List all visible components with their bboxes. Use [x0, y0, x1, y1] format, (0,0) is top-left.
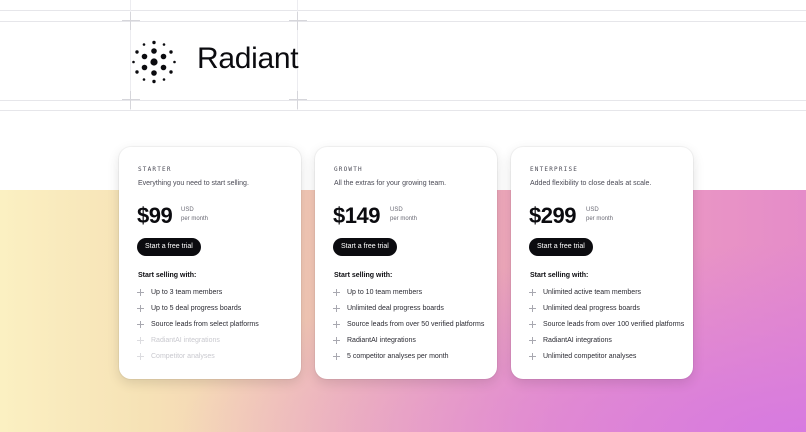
plus-icon: [529, 337, 536, 344]
features-heading: Start selling with:: [138, 272, 197, 279]
plan-price: $149: [333, 203, 380, 228]
feature-text: Source leads from over 100 verified plat…: [543, 321, 685, 328]
feature-item: 5 competitor analyses per month: [333, 352, 484, 368]
features-heading: Start selling with:: [530, 272, 589, 279]
price-currency: USD: [181, 207, 194, 213]
feature-list: Unlimited active team members Unlimited …: [529, 288, 684, 368]
plus-icon: [529, 321, 536, 328]
feature-text: Unlimited deal progress boards: [543, 305, 640, 312]
plus-icon: [333, 353, 340, 360]
plan-tier: GROWTH: [334, 166, 363, 173]
feature-text: Source leads from over 50 verified platf…: [347, 321, 485, 328]
corner-plus-icon: [122, 91, 140, 109]
price-currency: USD: [390, 207, 403, 213]
header-top-line: [0, 10, 806, 11]
start-free-trial-button[interactable]: Start a free trial: [333, 238, 397, 256]
header-line-4: [0, 110, 806, 111]
feature-item-unavailable: Competitor analyses: [137, 352, 259, 368]
feature-text: RadiantAI integrations: [151, 337, 220, 344]
feature-item: RadiantAI integrations: [529, 336, 684, 352]
plus-icon: [137, 305, 144, 312]
price-period: per month: [390, 216, 418, 222]
price-unit: USD per month: [586, 206, 613, 224]
price-period: per month: [181, 216, 209, 222]
feature-item: Source leads from select platforms: [137, 320, 259, 336]
price-period: per month: [586, 216, 614, 222]
plus-icon: [529, 353, 536, 360]
feature-item: RadiantAI integrations: [333, 336, 484, 352]
feature-item: Unlimited competitor analyses: [529, 352, 684, 368]
feature-text: Up to 5 deal progress boards: [151, 305, 242, 312]
plus-icon: [137, 321, 144, 328]
corner-plus-icon: [289, 12, 307, 30]
plan-tier: ENTERPRISE: [530, 166, 579, 173]
header-line-2: [0, 21, 806, 22]
start-free-trial-button[interactable]: Start a free trial: [137, 238, 201, 256]
plus-icon: [529, 289, 536, 296]
features-heading: Start selling with:: [334, 272, 393, 279]
price-unit: USD per month: [181, 206, 208, 224]
feature-item: Up to 10 team members: [333, 288, 484, 304]
feature-text: RadiantAI integrations: [543, 337, 612, 344]
corner-plus-icon: [289, 91, 307, 109]
plus-icon: [137, 337, 144, 344]
plan-description: All the extras for your growing team.: [334, 180, 447, 187]
feature-text: Unlimited competitor analyses: [543, 353, 637, 360]
feature-item: Up to 3 team members: [137, 288, 259, 304]
plus-icon: [333, 321, 340, 328]
plus-icon: [137, 353, 144, 360]
price-unit: USD per month: [390, 206, 417, 224]
plus-icon: [529, 305, 536, 312]
feature-text: Unlimited active team members: [543, 289, 642, 296]
feature-text: RadiantAI integrations: [347, 337, 416, 344]
pricing-card-growth: GROWTH All the extras for your growing t…: [315, 147, 497, 379]
plus-icon: [333, 305, 340, 312]
plan-description: Added flexibility to close deals at scal…: [530, 180, 652, 187]
plan-description: Everything you need to start selling.: [138, 180, 249, 187]
feature-text: Up to 10 team members: [347, 289, 423, 296]
pricing-card-starter: STARTER Everything you need to start sel…: [119, 147, 301, 379]
feature-item: Source leads from over 100 verified plat…: [529, 320, 684, 336]
feature-item-unavailable: RadiantAI integrations: [137, 336, 259, 352]
feature-text: Source leads from select platforms: [151, 321, 259, 328]
feature-list: Up to 10 team members Unlimited deal pro…: [333, 288, 484, 368]
plan-tier: STARTER: [138, 166, 172, 173]
start-free-trial-button[interactable]: Start a free trial: [529, 238, 593, 256]
feature-item: Up to 5 deal progress boards: [137, 304, 259, 320]
plus-icon: [137, 289, 144, 296]
radiant-dots-logo-icon[interactable]: [130, 38, 178, 86]
feature-item: Unlimited active team members: [529, 288, 684, 304]
corner-plus-icon: [122, 12, 140, 30]
feature-item: Unlimited deal progress boards: [529, 304, 684, 320]
feature-list: Up to 3 team members Up to 5 deal progre…: [137, 288, 259, 368]
feature-text: 5 competitor analyses per month: [347, 353, 449, 360]
brand-name[interactable]: Radiant: [197, 42, 299, 76]
plus-icon: [333, 337, 340, 344]
price-currency: USD: [586, 207, 599, 213]
plan-price: $99: [137, 203, 173, 228]
feature-item: Unlimited deal progress boards: [333, 304, 484, 320]
feature-text: Competitor analyses: [151, 353, 215, 360]
feature-item: Source leads from over 50 verified platf…: [333, 320, 484, 336]
feature-text: Up to 3 team members: [151, 289, 223, 296]
feature-text: Unlimited deal progress boards: [347, 305, 444, 312]
plan-price: $299: [529, 203, 576, 228]
header-line-3: [0, 100, 806, 101]
pricing-card-enterprise: ENTERPRISE Added flexibility to close de…: [511, 147, 693, 379]
plus-icon: [333, 289, 340, 296]
